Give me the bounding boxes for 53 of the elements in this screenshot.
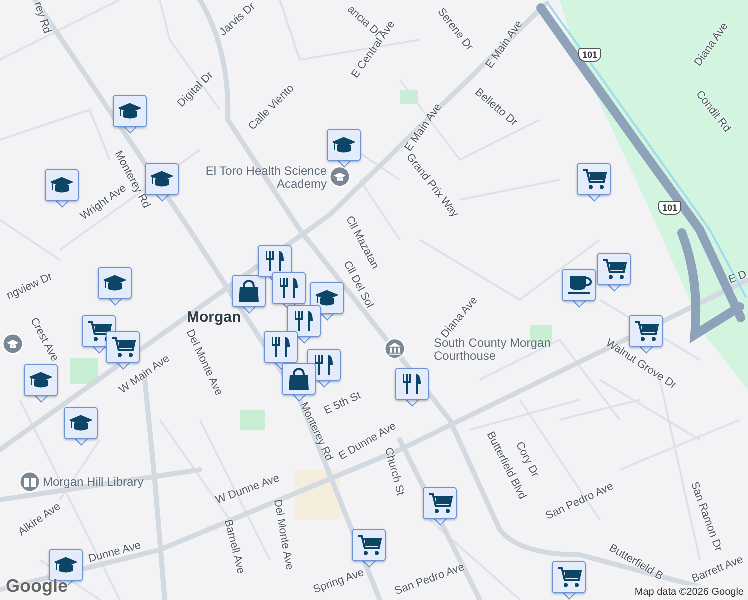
shopping-cart-icon	[556, 566, 582, 588]
graduation-cap-icon[interactable]	[2, 333, 24, 357]
street-label: San Pedro Ave	[544, 482, 616, 522]
city-label: Morgan	[187, 309, 242, 326]
fork-knife-icon	[271, 336, 291, 358]
shopping-bag-icon	[288, 368, 310, 391]
street-label: Del Monte Ave	[184, 328, 224, 398]
graduation-cap-icon	[28, 370, 54, 390]
street-label: San Ramon Dr	[688, 480, 724, 554]
graduation-cap-icon	[102, 274, 128, 293]
shopping-cart-icon	[356, 534, 382, 556]
shopping-cart-icon	[602, 258, 626, 280]
shopping-cart-icon	[428, 492, 452, 514]
street-label: Church St	[382, 446, 406, 498]
graduation-cap-icon	[149, 170, 175, 189]
fork-knife-icon	[294, 310, 314, 332]
fork-knife-icon	[314, 354, 334, 376]
shopping-cart-icon	[86, 320, 112, 342]
shopping-bag-icon	[238, 280, 260, 303]
graduation-cap-icon[interactable]	[329, 166, 351, 190]
book-icon[interactable]	[19, 471, 41, 495]
graduation-cap-icon	[49, 176, 75, 195]
place-label[interactable]: Morgan Hill Library	[43, 476, 144, 490]
graduation-cap-icon	[314, 288, 340, 308]
street-label: Del Monte Ave	[271, 498, 295, 572]
coffee-cup-icon	[566, 275, 592, 296]
fork-knife-icon	[279, 277, 299, 300]
park-area	[240, 410, 265, 430]
map-marker[interactable]	[552, 561, 588, 600]
street-label: Dunne Ave	[88, 540, 142, 566]
fork-knife-icon	[402, 373, 422, 396]
graduation-cap-icon	[68, 414, 94, 433]
google-logo: Google	[6, 576, 68, 597]
graduation-cap-icon	[331, 136, 357, 155]
street-label: W Main Ave	[118, 354, 172, 396]
graduation-cap-icon	[53, 556, 79, 575]
street-label: Spring Ave	[312, 568, 366, 596]
fork-knife-icon	[265, 250, 285, 272]
street-label: Barrett Ave	[690, 554, 746, 586]
place-label[interactable]: El Toro Health Science Academy	[205, 164, 327, 192]
graduation-cap-icon	[117, 102, 143, 121]
park-area	[70, 358, 98, 384]
shopping-cart-icon	[110, 336, 136, 358]
shopping-cart-icon	[582, 168, 606, 190]
columns-icon[interactable]	[384, 338, 406, 362]
street-label: Barnell Ave	[222, 518, 246, 576]
street-label: Crest Ave	[28, 316, 60, 364]
highway-shield: 101	[658, 201, 682, 215]
street-label: San Pedro Ave	[394, 562, 466, 598]
place-label[interactable]: South County Morgan Courthouse	[434, 336, 556, 364]
street-label: rey Rd	[32, 0, 52, 36]
street-label: E 5th St	[322, 390, 364, 418]
highway-shield: 101	[578, 48, 602, 62]
